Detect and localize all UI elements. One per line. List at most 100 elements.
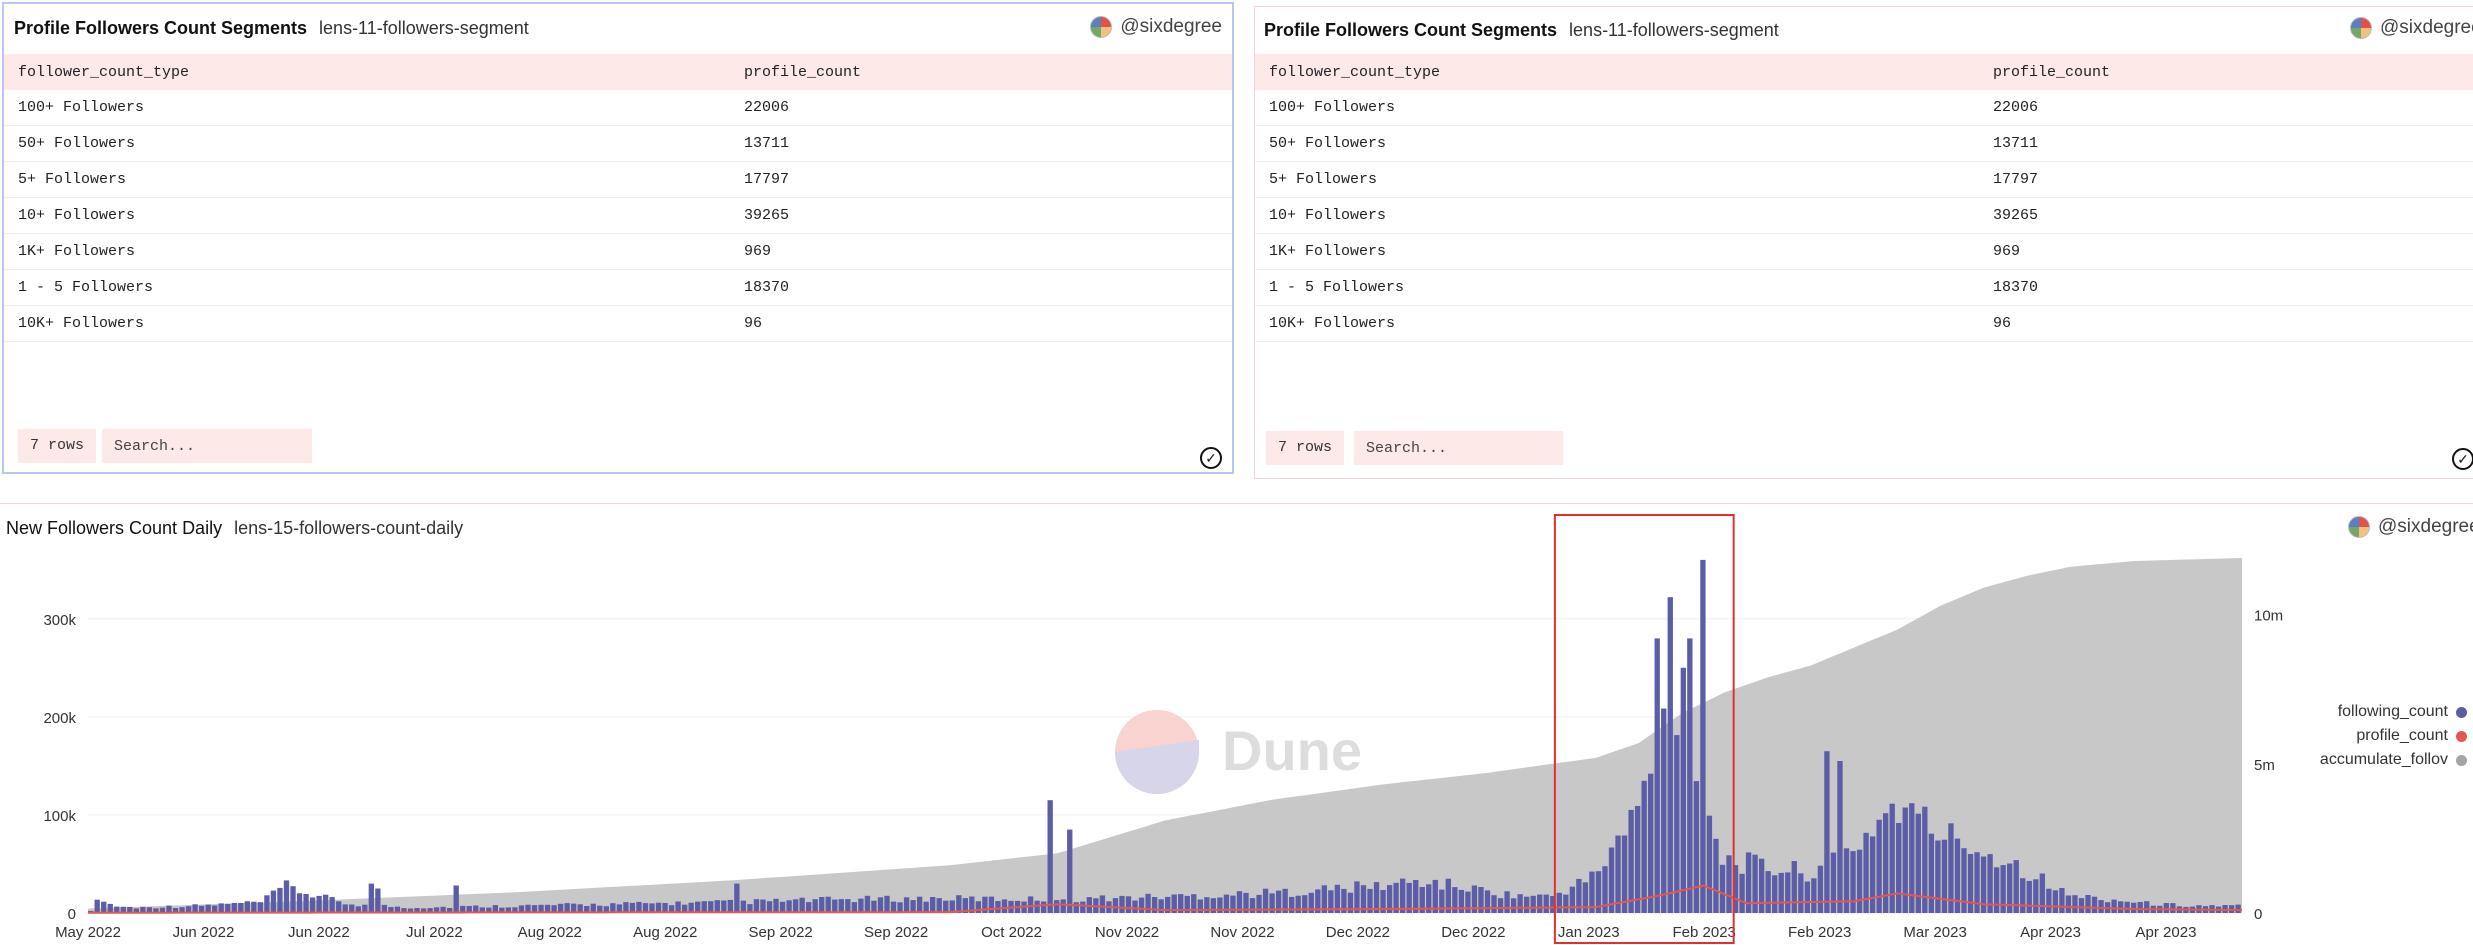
bar-following-count	[1798, 873, 1804, 913]
bar-following-count	[760, 899, 766, 913]
bar-following-count	[1869, 836, 1876, 913]
y2-tick-label: 5m	[2254, 757, 2275, 774]
bar-following-count	[329, 897, 335, 913]
bar-following-count	[1060, 899, 1066, 913]
bar-following-count	[1850, 851, 1856, 913]
bar-following-count	[231, 903, 237, 913]
x-tick-label: Sep 2022	[864, 924, 928, 941]
bar-following-count	[1556, 892, 1562, 913]
bar-following-count	[1667, 597, 1673, 913]
bar-following-count	[2046, 888, 2052, 913]
bar-following-count	[453, 885, 459, 913]
x-tick-label: Dec 2022	[1441, 924, 1505, 941]
dune-watermark: Dune	[1115, 710, 1362, 794]
bar-following-count	[2098, 900, 2104, 913]
bar-following-count	[309, 897, 316, 913]
bar-following-count	[1040, 901, 1047, 913]
bar-following-count	[1758, 858, 1765, 913]
bar-following-count	[2124, 901, 2130, 913]
bar-following-count	[1634, 806, 1641, 913]
bar-following-count	[1027, 896, 1034, 913]
bar-following-count	[2235, 904, 2241, 913]
bar-following-count	[1817, 865, 1824, 913]
bar-following-count	[2078, 898, 2085, 913]
bar-following-count	[1993, 867, 2000, 913]
bar-following-count	[1778, 872, 1784, 913]
bar-following-count	[1484, 890, 1491, 913]
legend-label: following_count	[2337, 703, 2448, 720]
legend-item-profile[interactable]: profile_count	[2320, 724, 2473, 748]
bar-following-count	[1510, 898, 1517, 913]
bar-following-count	[858, 898, 864, 913]
bar-following-count	[2072, 895, 2078, 913]
bar-following-count	[296, 893, 303, 913]
x-tick-label: Feb 2023	[1673, 924, 1736, 941]
bar-following-count	[1941, 839, 1948, 913]
legend-item-accumulate[interactable]: accumulate_follov	[2320, 748, 2473, 772]
legend-dot	[2456, 730, 2467, 742]
bar-following-count	[1830, 852, 1837, 913]
bar-following-count	[903, 897, 910, 913]
bar-following-count	[1856, 849, 1863, 913]
bar-following-count	[2085, 895, 2091, 913]
bar-following-count	[2065, 895, 2072, 913]
bar-following-count	[1641, 780, 1647, 913]
x-tick-label: May 2022	[55, 924, 121, 941]
x-tick-label: Aug 2022	[518, 924, 582, 941]
bar-following-count	[1289, 896, 1295, 913]
bar-following-count	[2117, 901, 2124, 913]
followers-chart: Dune 0 100k 200k 300k 0 5m 10m May 2022 Jun 20…	[43, 514, 2283, 944]
bar-following-count	[290, 886, 296, 913]
bar-following-count	[1138, 897, 1145, 913]
bar-following-count	[871, 900, 877, 913]
bar-following-count	[283, 880, 290, 913]
bar-following-count	[819, 897, 825, 913]
bar-following-count	[1034, 900, 1040, 913]
bar-following-count	[1504, 891, 1510, 913]
bar-following-count	[884, 895, 890, 913]
bar-following-count	[238, 903, 244, 913]
bar-following-count	[1967, 854, 1974, 913]
x-tick-label: Jan 2023	[1558, 924, 1620, 941]
bar-following-count	[2059, 888, 2065, 913]
bar-following-count	[1719, 864, 1726, 913]
x-tick-label: Apr 2023	[2020, 924, 2081, 941]
bar-following-count	[1889, 803, 1895, 913]
bar-following-count	[714, 900, 720, 913]
bar-following-count	[1700, 559, 1706, 913]
bar-following-count	[1563, 894, 1569, 913]
bar-following-count	[1080, 901, 1086, 913]
bar-following-count	[988, 896, 995, 913]
y-axis-left: 0 100k 200k 300k	[43, 612, 76, 923]
bar-following-count	[1863, 832, 1869, 913]
bar-following-count	[1883, 813, 1889, 913]
x-tick-label: Nov 2022	[1095, 924, 1159, 941]
bar-following-count	[1687, 638, 1693, 913]
bar-following-count	[1569, 886, 1576, 913]
y2-tick-label: 0	[2254, 906, 2262, 923]
legend-item-following[interactable]: following_count	[2320, 700, 2473, 724]
bar-following-count	[1648, 773, 1654, 913]
y2-tick-label: 10m	[2254, 608, 2283, 625]
bar-following-count	[1693, 781, 1700, 913]
bar-following-count	[1928, 833, 1935, 913]
bar-following-count	[1197, 899, 1203, 913]
bar-following-count	[1497, 898, 1504, 913]
bar-following-count	[1119, 895, 1125, 913]
bar-following-count	[916, 896, 923, 913]
bar-following-count	[322, 894, 329, 913]
bar-following-count	[336, 901, 342, 913]
bar-following-count	[1713, 838, 1719, 913]
x-tick-label: Jun 2022	[288, 924, 350, 941]
x-axis: May 2022 Jun 2022 Jun 2022 Jul 2022 Aug 2022…	[55, 924, 2196, 941]
bar-following-count	[2111, 899, 2117, 913]
bar-following-count	[792, 899, 799, 913]
bar-following-count	[727, 899, 733, 913]
bar-following-count	[1674, 735, 1680, 913]
bar-following-count	[2163, 903, 2169, 913]
bar-following-count	[1804, 881, 1810, 913]
bar-following-count	[1047, 800, 1053, 913]
bar-following-count	[975, 901, 982, 913]
bar-following-count	[1399, 878, 1406, 913]
bar-following-count	[1001, 899, 1008, 913]
